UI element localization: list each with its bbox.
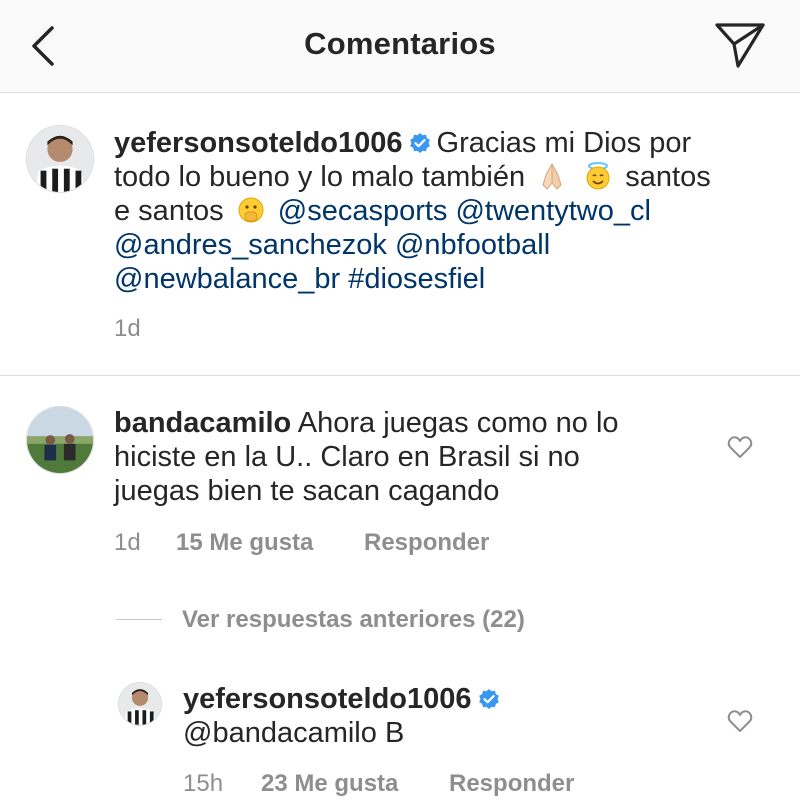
heart-icon (727, 436, 753, 458)
share-button[interactable] (714, 20, 766, 70)
caption-text: yefersonsoteldo1006 Gracias mi Dios por … (114, 126, 794, 296)
reply-username[interactable]: yefersonsoteldo1006 (183, 683, 472, 715)
heart-icon (727, 710, 753, 732)
reply-button[interactable]: Responder (364, 529, 489, 557)
caption-mentions-3[interactable]: @newbalance_br #diosesfiel (114, 262, 794, 296)
caption-mentions-2[interactable]: @andres_sanchezok @nbfootball (114, 228, 794, 262)
comment-username[interactable]: bandacamilo (114, 407, 291, 439)
caption-meta: 1d (114, 315, 141, 343)
comment-meta: 1d 15 Me gusta Responder (114, 529, 489, 557)
profile-photo-icon (27, 126, 93, 192)
comment-likes[interactable]: 15 Me gusta (176, 529, 364, 557)
avatar[interactable] (118, 682, 162, 726)
avatar[interactable] (26, 125, 94, 193)
caption-mentions-1[interactable]: @secasports @twentytwo_cl (278, 195, 651, 227)
caption-time: 1d (114, 315, 141, 342)
verified-badge-icon (409, 133, 430, 153)
profile-photo-icon (27, 407, 93, 473)
post-caption: yefersonsoteldo1006 Gracias mi Dios por … (0, 93, 800, 376)
reply-comment: yefersonsoteldo1006 @bandacamilo B (183, 682, 703, 750)
comment-time: 1d (114, 529, 141, 556)
profile-photo-icon (119, 683, 161, 725)
avatar[interactable] (26, 406, 94, 474)
like-button[interactable] (727, 435, 753, 459)
header-bar: Comentarios (0, 0, 800, 93)
verified-badge-icon (478, 689, 499, 709)
face-with-hand-over-mouth-icon (238, 197, 264, 223)
like-button[interactable] (727, 709, 753, 733)
page-title: Comentarios (304, 26, 496, 61)
reply-button[interactable]: Responder (449, 770, 574, 798)
reply-likes[interactable]: 23 Me gusta (261, 770, 449, 798)
caption-username[interactable]: yefersonsoteldo1006 (114, 127, 403, 159)
caption-line1: Gracias mi Dios por (436, 127, 692, 159)
comments-screen: Comentarios yefersonsoteldo1006 Gracias … (0, 0, 800, 800)
replies-divider (116, 619, 162, 620)
folded-hands-icon (542, 163, 562, 190)
caption-line2: todo lo bueno y lo malo también (114, 161, 526, 193)
paper-plane-icon (715, 23, 765, 68)
comment-line3: juegas bien te sacan cagando (114, 475, 500, 507)
smiling-face-with-halo-icon (586, 162, 610, 190)
comment-line2: hiciste en la U.. Claro en Brasil si no (114, 441, 580, 473)
comment-line1: Ahora juegas como no lo (297, 407, 619, 439)
reply-text: @bandacamilo B (183, 717, 405, 749)
reply-meta: 15h 23 Me gusta Responder (183, 770, 574, 798)
view-previous-replies-button[interactable]: Ver respuestas anteriores (22) (182, 606, 525, 634)
comment: bandacamilo Ahora juegas como no lo hici… (114, 406, 714, 508)
caption-line2-end: santos (625, 161, 711, 193)
caption-line3-start: e santos (114, 195, 224, 227)
reply-time: 15h (183, 770, 224, 797)
